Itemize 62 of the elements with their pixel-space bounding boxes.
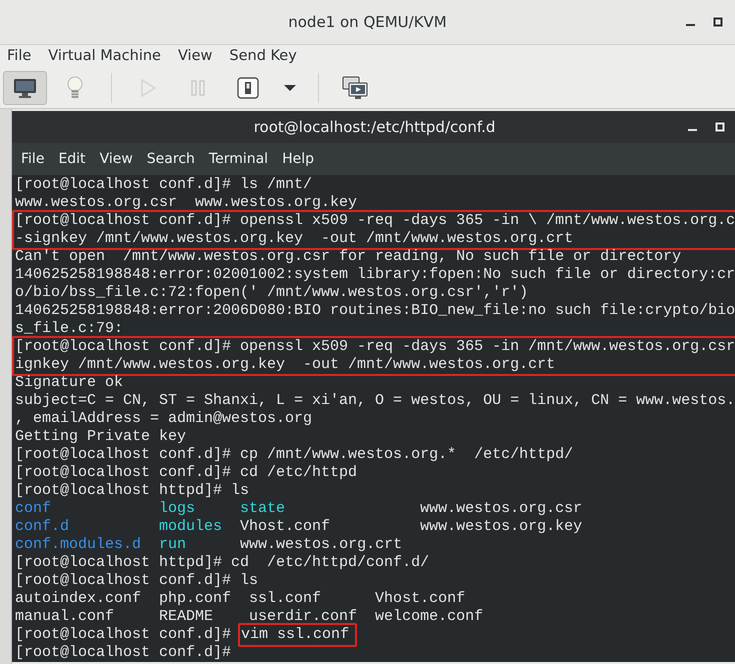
link-name: modules (159, 518, 224, 535)
minimize-icon (688, 129, 698, 131)
terminal-text: [root@localhost httpd]# cd /etc/httpd/conf.d/ (15, 554, 430, 571)
menu-item[interactable]: File (21, 151, 44, 167)
directory-name: conf.d (15, 518, 70, 535)
menu-item[interactable]: View (178, 48, 212, 64)
menu-item[interactable]: File (7, 48, 32, 64)
play-icon (139, 78, 157, 98)
window-title: root@localhost:/etc/httpd/conf.d (254, 118, 496, 136)
terminal-text: Can't open /mnt/www.westos.org.csr for reading, No such file or directory (15, 248, 682, 265)
monitor-button[interactable] (3, 70, 47, 104)
terminal-text: www.westos.org.csr (420, 500, 582, 517)
pause-icon (190, 78, 206, 96)
terminal-text: www.westos.org.csr www.westos.org.key (15, 194, 358, 211)
link-name: state (240, 500, 286, 517)
terminal-text: s_file.c:79: (15, 320, 124, 337)
terminal-text: www.westos.org.crt (240, 536, 402, 553)
terminal-text: manual.conf README userdir.conf welcome.conf (15, 608, 484, 625)
window-title: node1 on QEMU/KVM (288, 13, 447, 31)
terminal-text: ignkey /mnt/www.westos.org.key -out /mnt/www.westos.org.crt (15, 356, 556, 373)
directory-name: conf.modules.d (15, 536, 142, 553)
terminal-text: autoindex.conf php.conf ssl.conf Vhost.conf (15, 590, 466, 607)
maximize-button[interactable] (711, 15, 725, 29)
terminal-text: 140625258198848:error:02001002:system library:fopen:No such file or directory:cr (15, 266, 735, 283)
terminal-text: o/bio/bss_file.c:72:fopen(' /mnt/www.westos.org.csr','r') (15, 284, 528, 301)
terminal-text: -signkey /mnt/www.westos.org.key -out /mnt/www.westos.org.crt (15, 230, 574, 247)
menu-item[interactable]: View (100, 151, 133, 167)
terminal-text: subject=C = CN, ST = Shanxi, L = xi'an, O = westos, OU = linux, CN = www.westos. (15, 392, 735, 409)
terminal-text: Vhost.conf (240, 518, 332, 535)
menu-item[interactable]: Search (146, 151, 195, 167)
terminal-text: [root@localhost httpd]# ls (15, 482, 250, 499)
terminal-text: [root@localhost conf.d]# openssl x509 -req -days 365 -in /mnt/www.westos.org.csr (15, 338, 735, 355)
terminal-text: , emailAddress = admin@westos.org (15, 410, 312, 427)
terminal-text: www.westos.org.key (420, 518, 582, 535)
terminal-text: 140625258198848:error:2006D080:BIO routines:BIO_new_file:no such file:crypto/bio (15, 302, 735, 319)
power-switch-icon (237, 76, 259, 98)
caret-icon (284, 84, 296, 92)
menu-item[interactable]: Edit (58, 151, 86, 167)
lightbulb-icon (66, 76, 84, 100)
menu-item[interactable]: Help (282, 151, 314, 167)
maximize-button[interactable] (713, 120, 728, 134)
terminal-text: Signature ok (15, 374, 124, 391)
terminal-text: [root@localhost conf.d]# (15, 626, 232, 643)
maximize-icon (713, 17, 723, 27)
menu-item[interactable]: Terminal (208, 151, 268, 167)
terminal-text: [root@localhost conf.d]# cd /etc/httpd (15, 464, 358, 481)
menu-item[interactable]: Send Key (229, 48, 297, 64)
link-name: logs (159, 500, 196, 517)
link-name: run (159, 536, 188, 553)
terminal-text: [root@localhost conf.d]# (15, 644, 232, 661)
command-text: vim ssl.conf (238, 623, 358, 647)
terminal-text: [root@localhost conf.d]# ls /mnt/ (15, 176, 312, 193)
minimize-icon (686, 24, 695, 26)
monitor-icon (13, 76, 37, 98)
terminal-text: [root@localhost conf.d]# openssl x509 -req -days 365 -in \ /mnt/www.westos.org.c (15, 212, 735, 229)
maximize-icon (715, 122, 726, 132)
terminal-text: Getting Private key (15, 428, 186, 445)
terminal-text: [root@localhost conf.d]# ls (15, 572, 258, 589)
menu-item[interactable]: Virtual Machine (48, 48, 161, 64)
terminal-text: [root@localhost conf.d]# cp /mnt/www.westos.org.* /etc/httpd/ (15, 446, 574, 463)
screens-icon (342, 76, 368, 100)
directory-name: conf (15, 500, 52, 517)
